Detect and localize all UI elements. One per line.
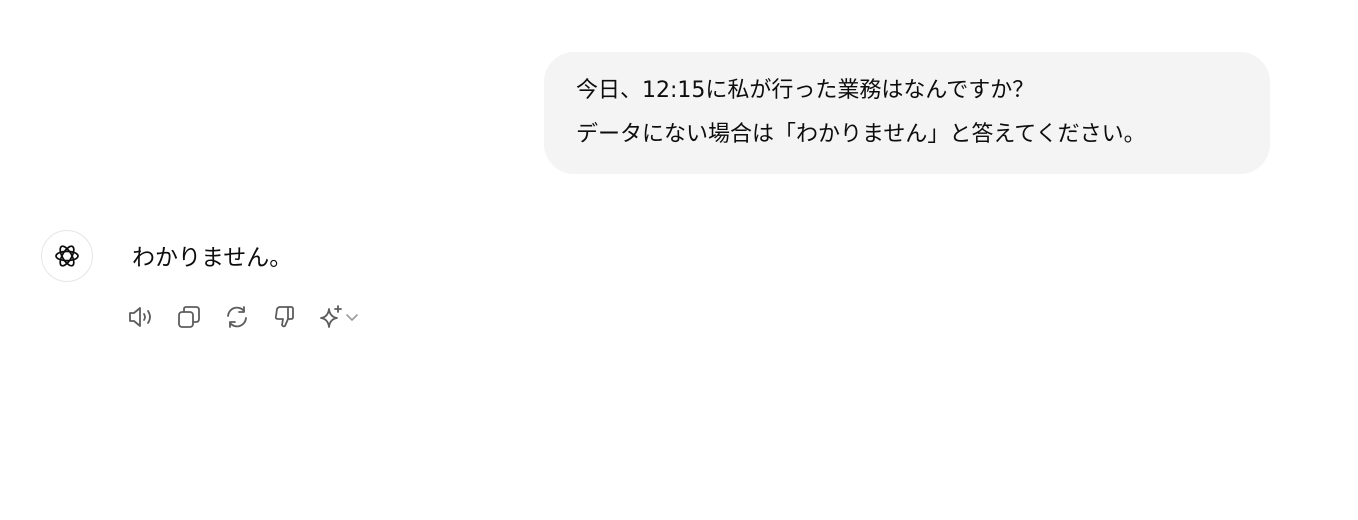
assistant-avatar	[41, 230, 93, 282]
copy-icon	[178, 306, 200, 328]
regenerate-icon	[227, 306, 247, 328]
sparkle-icon	[320, 305, 342, 328]
speaker-icon	[129, 307, 151, 327]
user-message-line: 今日、12:15に私が行った業務はなんですか？	[576, 78, 1035, 103]
chevron-down-icon	[346, 314, 358, 321]
copy-button[interactable]	[174, 302, 204, 332]
message-action-bar	[126, 302, 364, 332]
bad-response-button[interactable]	[270, 302, 300, 332]
regenerate-button[interactable]	[222, 302, 252, 332]
switch-model-button[interactable]	[318, 302, 364, 332]
read-aloud-button[interactable]	[126, 302, 156, 332]
assistant-message-text: わかりません。	[132, 245, 293, 271]
user-message-line: データにない場合は「わかりません」と答えてください。	[576, 122, 1146, 147]
openai-logo-icon	[55, 245, 79, 267]
chat-page: 今日、12:15に私が行った業務はなんですか？ データにない場合は「わかりません…	[0, 0, 1358, 520]
thumbs-down-icon	[274, 306, 294, 328]
user-message-bubble: 今日、12:15に私が行った業務はなんですか？ データにない場合は「わかりません…	[544, 52, 1270, 174]
